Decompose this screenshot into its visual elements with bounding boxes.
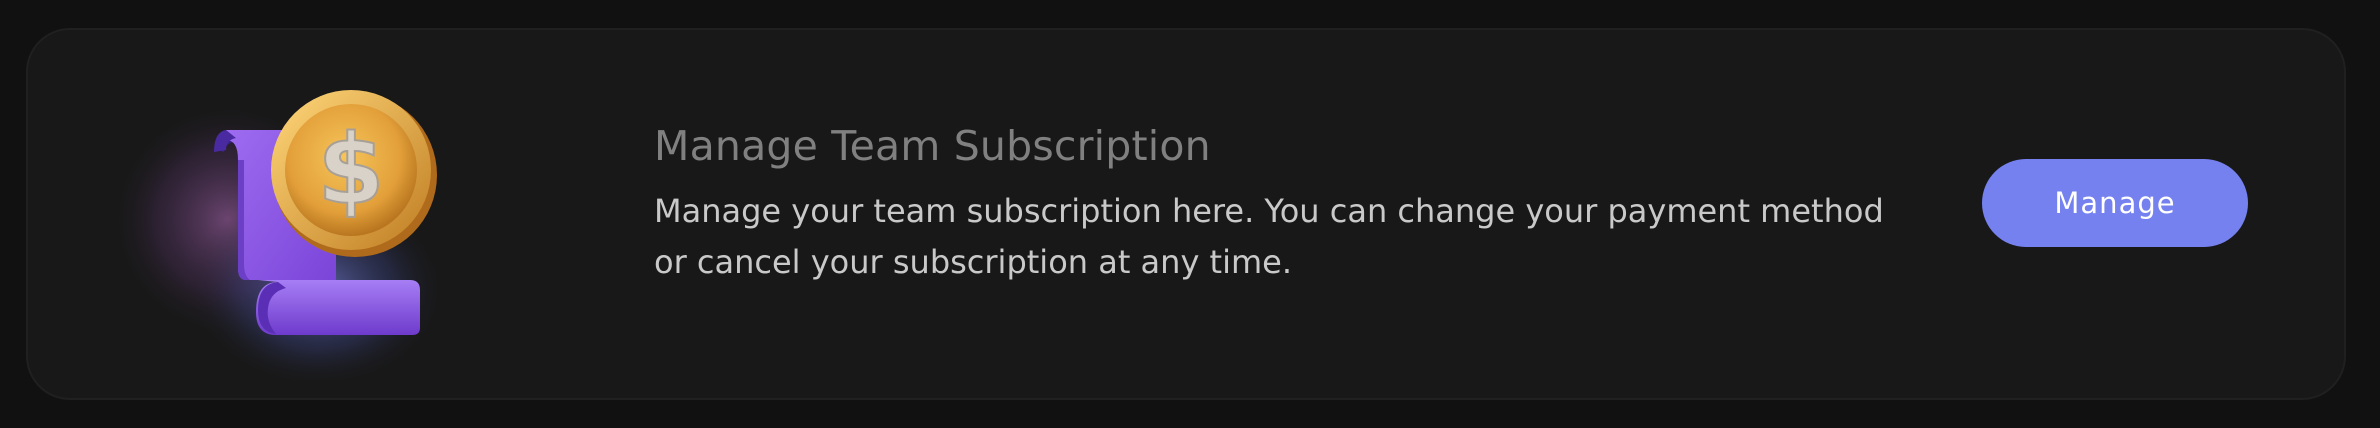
receipt-coin-illustration: $ <box>108 60 448 380</box>
subscription-card: $ Manage Team Subscription Manage your t… <box>26 28 2346 400</box>
card-title: Manage Team Subscription <box>654 122 1211 170</box>
manage-button[interactable]: Manage <box>1982 159 2248 247</box>
subscription-text: Manage Team Subscription Manage your tea… <box>654 116 1954 288</box>
coin-symbol: $ <box>318 114 385 226</box>
receipt-with-dollar-coin-icon: $ <box>108 90 448 380</box>
card-description: Manage your team subscription here. You … <box>654 192 1884 281</box>
